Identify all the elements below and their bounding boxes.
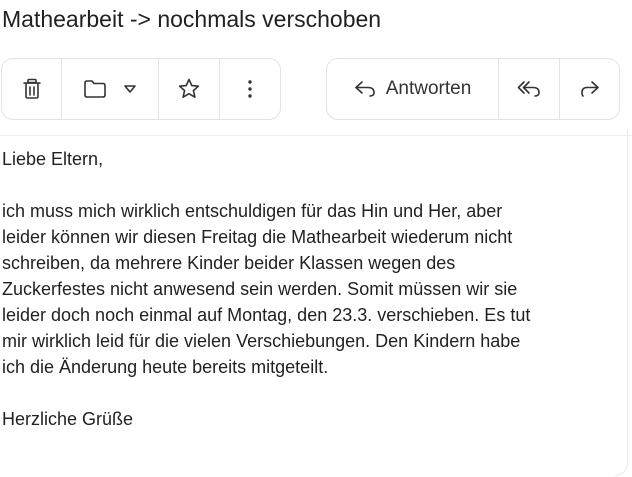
more-vertical-icon bbox=[248, 80, 252, 98]
body-line: schreiben, da mehrere Kinder beider Klas… bbox=[2, 253, 456, 273]
delete-button[interactable] bbox=[2, 59, 62, 119]
trash-icon bbox=[22, 78, 41, 99]
header-divider bbox=[0, 135, 632, 136]
forward-button[interactable] bbox=[560, 59, 619, 119]
forward-icon bbox=[580, 81, 599, 97]
reply-icon bbox=[354, 81, 375, 97]
reply-button-label: Antworten bbox=[385, 78, 472, 99]
body-line: ich muss mich wirklich entschuldigen für… bbox=[2, 201, 503, 221]
body-line: leider können wir diesen Freitag die Mat… bbox=[2, 227, 513, 247]
reply-actions-toolbar: Antworten bbox=[326, 58, 620, 120]
more-options-button[interactable] bbox=[220, 59, 280, 119]
chevron-down-icon bbox=[124, 85, 136, 93]
star-button[interactable] bbox=[159, 59, 220, 119]
email-subject: Mathearbeit -> nochmals verschoben bbox=[2, 6, 382, 32]
email-body: Liebe Eltern, ich muss mich wirklich ent… bbox=[2, 146, 628, 432]
message-actions-toolbar bbox=[1, 58, 281, 120]
star-icon bbox=[178, 78, 200, 98]
reply-all-button[interactable] bbox=[499, 59, 560, 119]
email-closing: Herzliche Grüße bbox=[2, 409, 134, 429]
body-line: mir wirklich leid für die vielen Verschi… bbox=[2, 331, 521, 351]
email-greeting: Liebe Eltern, bbox=[2, 149, 104, 169]
reply-button[interactable]: Antworten bbox=[327, 59, 499, 119]
move-to-folder-button[interactable] bbox=[62, 59, 159, 119]
body-line: leider doch noch einmal auf Montag, den … bbox=[2, 305, 531, 325]
reply-all-icon bbox=[517, 81, 540, 97]
body-line: Zuckerfestes nicht anwesend sein werden.… bbox=[2, 279, 518, 299]
body-line: ich die Änderung heute bereits mitgeteil… bbox=[2, 357, 329, 377]
folder-icon bbox=[84, 80, 106, 98]
